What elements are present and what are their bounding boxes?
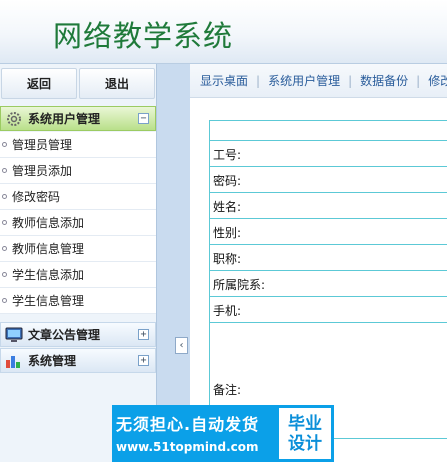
nav-separator: | [416,73,421,88]
nav-separator: | [256,73,261,88]
sidebar-menu: 管理员管理 管理员添加 修改密码 教师信息添加 教师信息管理 学生信息添加 学生… [0,132,156,314]
nav-modify[interactable]: 修改 [428,72,447,89]
field-label-gender: 性别: [213,226,242,240]
logout-button[interactable]: 退出 [79,68,155,99]
user-form-table: 工号: 密码: 姓名: 性别: 职称: 所属院系: 手机: 备注: [209,120,447,439]
menu-item-label: 学生信息管理 [12,294,85,308]
section-system-users-label: 系统用户管理 [28,112,101,126]
watermark-badge-line1: 毕业 [288,413,322,434]
menu-item-label: 教师信息管理 [12,242,85,256]
form-row-department[interactable]: 所属院系: [210,271,447,297]
form-row-title[interactable]: 职称: [210,245,447,271]
menu-item-label: 学生信息添加 [12,268,85,282]
back-button[interactable]: 返回 [1,68,77,99]
main-content: 显示桌面 | 系统用户管理 | 数据备份 | 修改 工号: 密码: 姓名: 性别… [190,64,447,462]
field-label-remarks: 备注: [213,382,242,397]
section-system-users[interactable]: 系统用户管理 − [0,106,156,131]
sidebar-top-buttons: 返回 退出 [0,68,156,101]
collapse-icon[interactable]: − [138,113,149,124]
watermark-line1: 无须担心.自动发货 [116,415,260,434]
menu-item-teacher-manage[interactable]: 教师信息管理 [0,236,156,262]
nav-show-desktop[interactable]: 显示桌面 [200,72,248,89]
bullet-icon [2,272,7,277]
form-row-gender[interactable]: 性别: [210,219,447,245]
watermark-url: www.51topmind.com [116,440,259,454]
form-row-phone[interactable]: 手机: [210,297,447,323]
top-nav: 显示桌面 | 系统用户管理 | 数据备份 | 修改 [190,64,447,98]
bar-chart-icon [4,353,24,369]
bullet-icon [2,220,7,225]
watermark-text: 无须担心.自动发货 www.51topmind.com [112,405,279,462]
bullet-icon [2,142,7,147]
field-label-name: 姓名: [213,200,242,214]
nav-separator: | [348,73,353,88]
expand-icon[interactable]: + [138,329,149,340]
menu-item-label: 教师信息添加 [12,216,85,230]
watermark-badge-line2: 设计 [288,433,322,454]
form-row-password[interactable]: 密码: [210,167,447,193]
nav-data-backup[interactable]: 数据备份 [360,72,408,89]
form-header-row [210,121,447,141]
nav-system-users[interactable]: 系统用户管理 [268,72,340,89]
menu-item-label: 管理员管理 [12,138,73,152]
menu-item-teacher-add[interactable]: 教师信息添加 [0,210,156,236]
field-label-phone: 手机: [213,304,242,318]
section-system-label: 系统管理 [28,354,77,368]
monitor-icon [4,327,24,343]
menu-item-admin-manage[interactable]: 管理员管理 [0,132,156,158]
collapse-sidebar-icon[interactable]: ‹ [175,337,188,354]
gear-icon [4,111,24,127]
watermark-badge: 毕业 设计 [279,408,331,459]
section-article-notice[interactable]: 文章公告管理 + [0,322,156,347]
section-system-manage[interactable]: 系统管理 + [0,348,156,373]
menu-item-change-password[interactable]: 修改密码 [0,184,156,210]
menu-item-student-manage[interactable]: 学生信息管理 [0,288,156,314]
menu-item-student-add[interactable]: 学生信息添加 [0,262,156,288]
app-title: 网络教学系统 [53,19,234,53]
watermark-banner: 无须担心.自动发货 www.51topmind.com 毕业 设计 [112,405,334,462]
form-row-name[interactable]: 姓名: [210,193,447,219]
bullet-icon [2,168,7,173]
bullet-icon [2,246,7,251]
bullet-icon [2,194,7,199]
left-sidebar: 返回 退出 系统用户管理 − 管理员管理 管理员添加 修改密码 教师信息添加 教… [0,64,156,462]
bullet-icon [2,298,7,303]
form-row-id[interactable]: 工号: [210,141,447,167]
field-label-department: 所属院系: [213,278,266,292]
menu-item-admin-add[interactable]: 管理员添加 [0,158,156,184]
field-label-title: 职称: [213,252,242,266]
menu-item-label: 修改密码 [12,190,61,204]
field-label-password: 密码: [213,174,242,188]
field-label-id: 工号: [213,148,242,162]
sidebar-splitter[interactable] [156,64,190,462]
section-article-label: 文章公告管理 [28,328,101,342]
menu-item-label: 管理员添加 [12,164,73,178]
expand-icon[interactable]: + [138,355,149,366]
app-header: 网络教学系统 [0,0,447,64]
